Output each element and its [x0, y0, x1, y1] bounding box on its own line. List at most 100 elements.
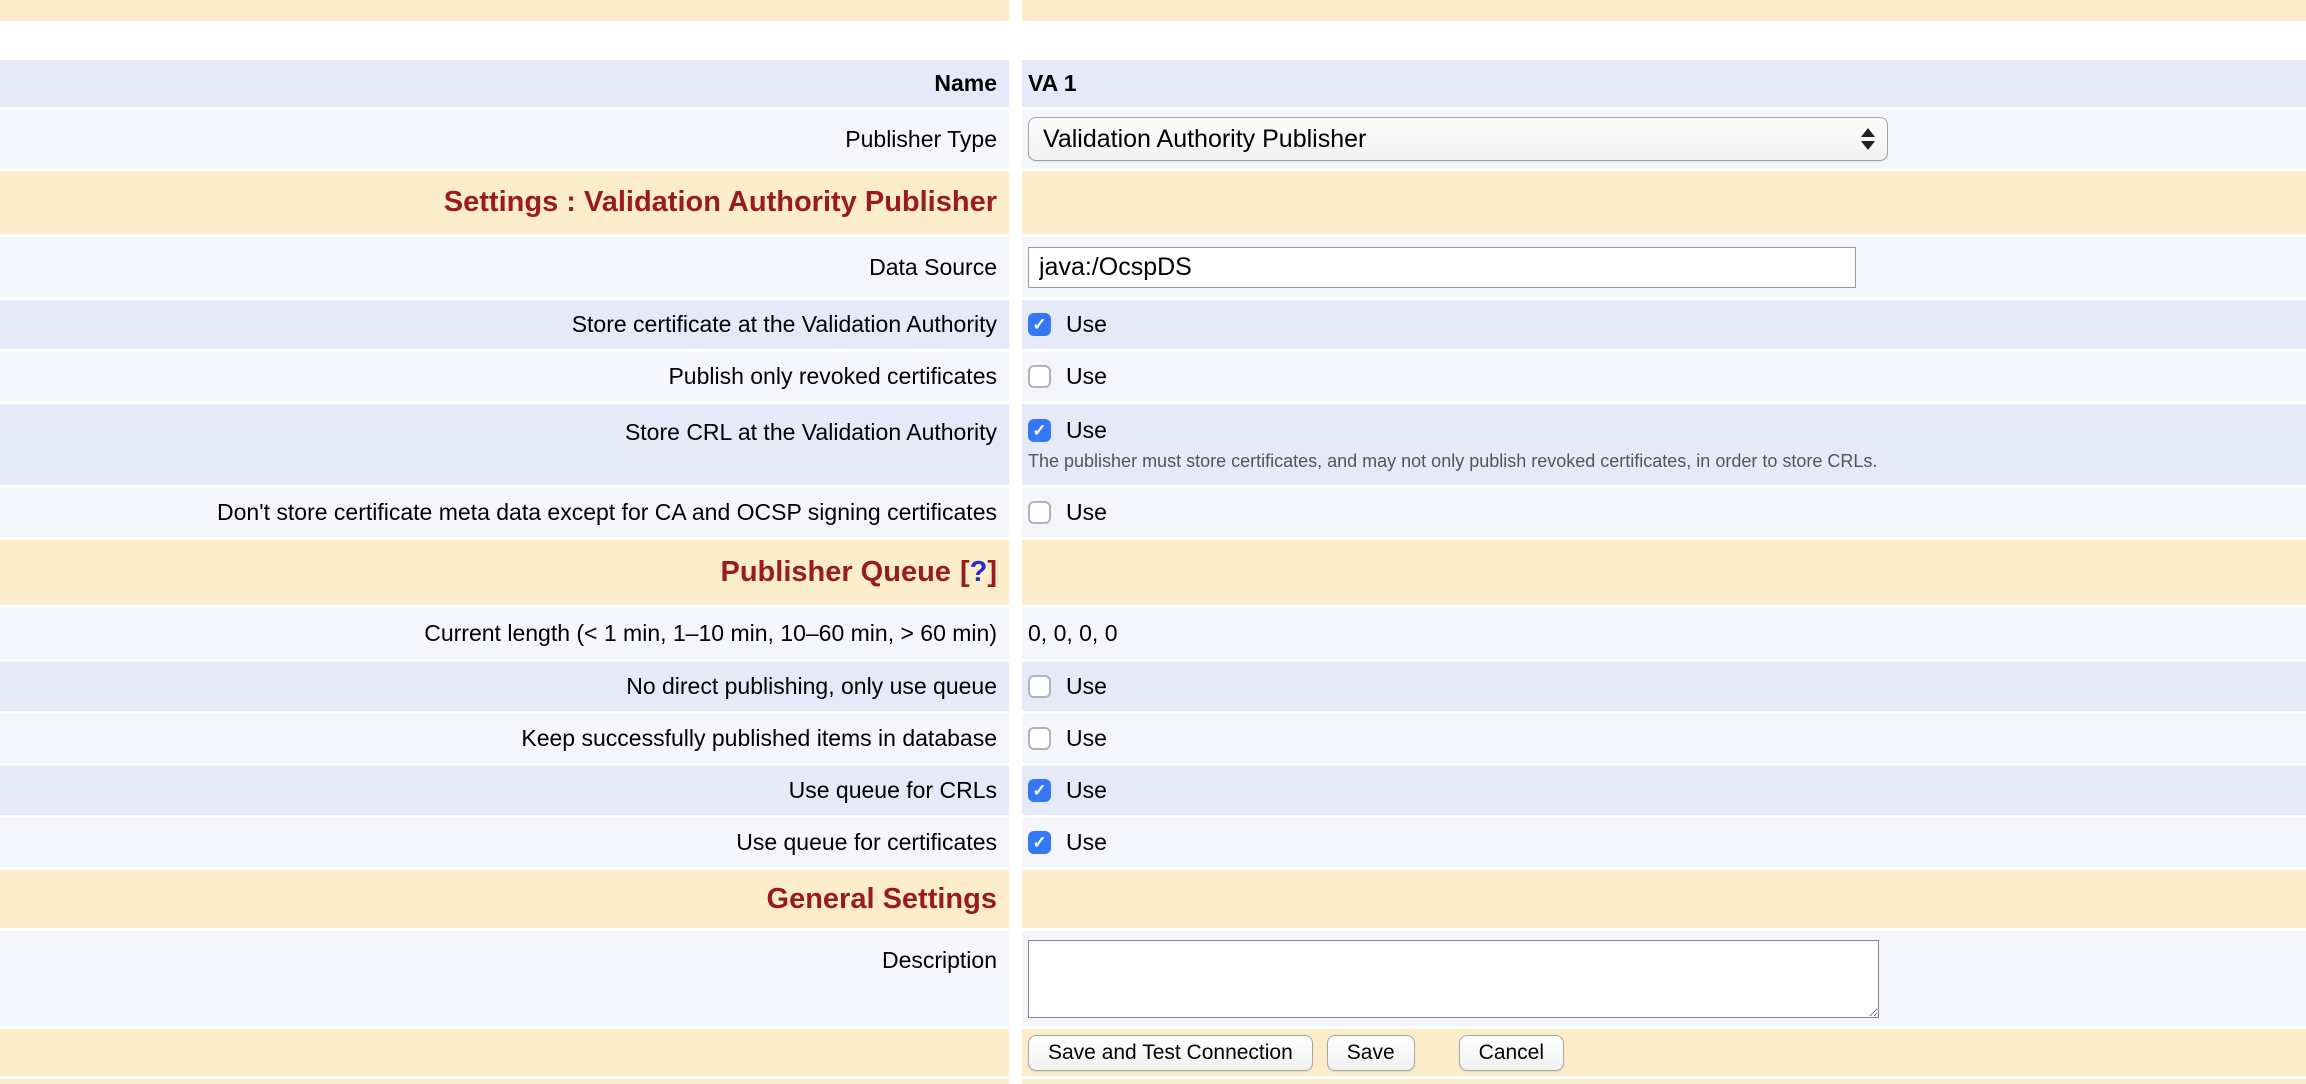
- strip-right: [1022, 1079, 2306, 1084]
- column-gap: [1009, 870, 1022, 928]
- store-crl-value-cell: Use The publisher must store certificate…: [1022, 404, 2306, 485]
- column-gap: [1009, 931, 1022, 1026]
- settings-header-filler: [1022, 171, 2306, 234]
- publish-revoked-value-cell: Use: [1022, 352, 2306, 401]
- queue-certs-checkbox[interactable]: [1028, 831, 1051, 854]
- settings-header-cell: Settings : Validation Authority Publishe…: [0, 171, 1009, 234]
- column-gap: [1009, 1079, 1022, 1084]
- settings-section-title: Settings : Validation Authority Publishe…: [444, 186, 997, 219]
- row-publisher-type: Publisher Type Validation Authority Publ…: [0, 110, 2306, 168]
- store-crl-checkline: Use: [1028, 417, 1107, 444]
- store-crl-use-label: Use: [1066, 417, 1107, 444]
- general-settings-header-filler: [1022, 870, 2306, 928]
- queue-certs-label-cell: Use queue for certificates: [0, 818, 1009, 867]
- row-settings-header: Settings : Validation Authority Publishe…: [0, 171, 2306, 234]
- row-no-direct: No direct publishing, only use queue Use: [0, 662, 2306, 711]
- help-bracket-close: ]: [987, 556, 997, 588]
- stepper-down-arrow-icon: [1861, 141, 1875, 150]
- row-store-crl: Store CRL at the Validation Authority Us…: [0, 404, 2306, 485]
- description-label-cell: Description: [0, 931, 1009, 1026]
- name-label: Name: [934, 70, 997, 97]
- no-direct-checkbox[interactable]: [1028, 675, 1051, 698]
- row-name: Name VA 1: [0, 60, 2306, 107]
- store-crl-label-cell: Store CRL at the Validation Authority: [0, 404, 1009, 485]
- publisher-type-label-cell: Publisher Type: [0, 110, 1009, 168]
- queue-certs-value-cell: Use: [1022, 818, 2306, 867]
- row-queue-certs: Use queue for certificates Use: [0, 818, 2306, 867]
- keep-published-checkbox[interactable]: [1028, 727, 1051, 750]
- column-gap: [1009, 714, 1022, 763]
- queue-crls-use-label: Use: [1066, 777, 1107, 804]
- column-gap: [1009, 540, 1022, 605]
- publisher-type-select[interactable]: Validation Authority Publisher: [1028, 117, 1888, 161]
- name-value: VA 1: [1028, 70, 1077, 97]
- select-stepper-icon: [1861, 128, 1875, 150]
- section-strip-top: [0, 0, 2306, 21]
- publisher-type-label: Publisher Type: [845, 126, 997, 153]
- meta-data-use-label: Use: [1066, 499, 1107, 526]
- publisher-queue-section-title: Publisher Queue[?]: [720, 556, 997, 589]
- store-crl-label: Store CRL at the Validation Authority: [625, 419, 997, 446]
- cancel-button[interactable]: Cancel: [1459, 1035, 1564, 1071]
- column-gap: [1009, 110, 1022, 168]
- name-label-cell: Name: [0, 60, 1009, 107]
- column-gap: [1009, 300, 1022, 349]
- current-length-label: Current length (< 1 min, 1–10 min, 10–60…: [424, 620, 997, 647]
- store-crl-checkbox[interactable]: [1028, 419, 1051, 442]
- row-queue-crls: Use queue for CRLs Use: [0, 766, 2306, 815]
- meta-data-value-cell: Use: [1022, 488, 2306, 537]
- queue-certs-use-label: Use: [1066, 829, 1107, 856]
- column-gap: [1009, 608, 1022, 659]
- no-direct-label-cell: No direct publishing, only use queue: [0, 662, 1009, 711]
- column-gap: [1009, 766, 1022, 815]
- no-direct-label: No direct publishing, only use queue: [626, 673, 997, 700]
- no-direct-use-label: Use: [1066, 673, 1107, 700]
- strip-right: [1022, 0, 2306, 21]
- queue-crls-label: Use queue for CRLs: [789, 777, 997, 804]
- data-source-input[interactable]: [1028, 247, 1856, 288]
- keep-published-label-cell: Keep successfully published items in dat…: [0, 714, 1009, 763]
- keep-published-label: Keep successfully published items in dat…: [521, 725, 997, 752]
- save-button[interactable]: Save: [1327, 1035, 1415, 1071]
- row-store-certificate: Store certificate at the Validation Auth…: [0, 300, 2306, 349]
- store-certificate-label: Store certificate at the Validation Auth…: [572, 311, 997, 338]
- row-actions: Save and Test Connection Save Cancel: [0, 1029, 2306, 1076]
- queue-crls-checkbox[interactable]: [1028, 779, 1051, 802]
- data-source-label: Data Source: [869, 254, 997, 281]
- description-value-cell: [1022, 931, 2306, 1026]
- column-gap: [1009, 662, 1022, 711]
- meta-data-label-cell: Don't store certificate meta data except…: [0, 488, 1009, 537]
- publisher-queue-help-link[interactable]: ?: [970, 556, 988, 588]
- help-bracket-open: [: [960, 556, 970, 588]
- column-gap: [1009, 171, 1022, 234]
- general-settings-section-title: General Settings: [767, 883, 997, 916]
- row-keep-published: Keep successfully published items in dat…: [0, 714, 2306, 763]
- current-length-value: 0, 0, 0, 0: [1028, 620, 1118, 647]
- queue-crls-label-cell: Use queue for CRLs: [0, 766, 1009, 815]
- edit-publisher-page: Name VA 1 Publisher Type Validation Auth…: [0, 0, 2306, 1084]
- section-strip-bottom: [0, 1079, 2306, 1084]
- current-length-value-cell: 0, 0, 0, 0: [1022, 608, 2306, 659]
- strip-left: [0, 1079, 1009, 1084]
- store-certificate-use-label: Use: [1066, 311, 1107, 338]
- data-source-value-cell: [1022, 237, 2306, 297]
- store-crl-note: The publisher must store certificates, a…: [1028, 451, 1877, 472]
- column-gap: [1009, 818, 1022, 867]
- description-textarea[interactable]: [1028, 940, 1879, 1018]
- publish-revoked-label: Publish only revoked certificates: [668, 363, 997, 390]
- row-publisher-queue-header: Publisher Queue[?]: [0, 540, 2306, 605]
- row-data-source: Data Source: [0, 237, 2306, 297]
- actions-label-filler: [0, 1029, 1009, 1076]
- column-gap: [1009, 404, 1022, 485]
- store-certificate-checkbox[interactable]: [1028, 313, 1051, 336]
- column-gap: [1009, 352, 1022, 401]
- store-certificate-label-cell: Store certificate at the Validation Auth…: [0, 300, 1009, 349]
- no-direct-value-cell: Use: [1022, 662, 2306, 711]
- actions-value-cell: Save and Test Connection Save Cancel: [1022, 1029, 2306, 1076]
- column-gap: [1009, 1029, 1022, 1076]
- meta-data-checkbox[interactable]: [1028, 501, 1051, 524]
- publish-revoked-checkbox[interactable]: [1028, 365, 1051, 388]
- publisher-type-value-cell: Validation Authority Publisher: [1022, 110, 2306, 168]
- queue-crls-value-cell: Use: [1022, 766, 2306, 815]
- save-and-test-button[interactable]: Save and Test Connection: [1028, 1035, 1313, 1071]
